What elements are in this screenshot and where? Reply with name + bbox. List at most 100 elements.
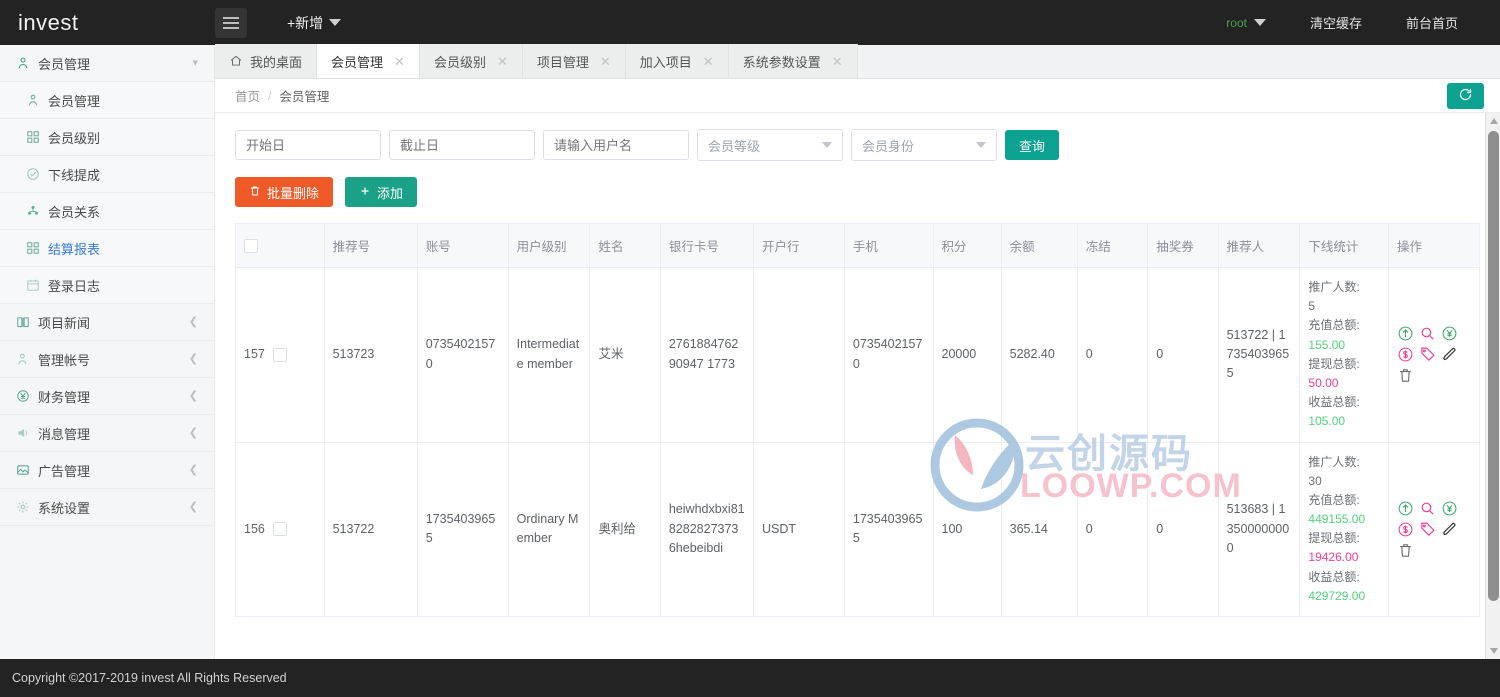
batch-delete-button[interactable]: 批量删除 <box>235 177 334 207</box>
arrow-up-circle-icon[interactable] <box>1397 325 1414 342</box>
cell-id: 157 <box>235 267 325 443</box>
sidebar-item-advertisement[interactable]: 广告管理 ❮ <box>0 452 214 489</box>
tab-system-params[interactable]: 系统参数设置 ✕ <box>728 44 858 78</box>
row-id: 157 <box>244 347 265 362</box>
scroll-down-button[interactable] <box>1486 643 1500 659</box>
dollar-circle-icon[interactable] <box>1397 521 1414 538</box>
dollar-circle-icon[interactable] <box>1397 346 1414 363</box>
table-wrapper: 推荐号 账号 用户级别 姓名 银行卡号 开户行 手机 积分 余额 冻结 抽奖券 … <box>215 223 1500 637</box>
sidebar-item-label: 会员管理 <box>48 93 101 109</box>
start-date-input[interactable] <box>235 130 381 160</box>
triangle-down-icon <box>1489 648 1498 654</box>
chevron-down-icon <box>329 19 342 26</box>
sidebar-item-label: 广告管理 <box>38 463 91 479</box>
close-icon[interactable]: ✕ <box>497 55 508 68</box>
grid-icon <box>26 130 48 144</box>
tab-label: 项目管理 <box>536 54 589 70</box>
cell-operations <box>1388 441 1480 617</box>
cell-referrer: 513683 | 13500000000 <box>1218 441 1301 617</box>
sidebar-item-member-relations[interactable]: 会员关系 <box>0 193 214 230</box>
main-area: 我的桌面 会员管理 ✕ 会员级别 ✕ 项目管理 ✕ 加入项目 ✕ 系统参数设置 … <box>215 44 1500 659</box>
stat-withdraw-value: 19426.00 <box>1308 550 1359 565</box>
vertical-scrollbar[interactable] <box>1485 113 1500 659</box>
sidebar-item-member-mgmt-root[interactable]: 会员管理 ▾ <box>0 45 214 82</box>
th-lottery: 抽奖券 <box>1147 223 1219 268</box>
trash-icon[interactable] <box>1397 542 1414 559</box>
tab-project-management[interactable]: 项目管理 ✕ <box>522 44 626 78</box>
close-icon[interactable]: ✕ <box>832 55 843 68</box>
yen-circle-icon[interactable] <box>1441 500 1458 517</box>
sidebar-item-system-settings[interactable]: 系统设置 ❮ <box>0 489 214 526</box>
home-icon <box>229 54 243 68</box>
content-scroll: 会员等级 会员身份 查询 <box>215 113 1500 659</box>
chevron-down-icon <box>976 142 986 148</box>
search-icon[interactable] <box>1419 500 1436 517</box>
sidebar-item-label: 消息管理 <box>38 426 91 442</box>
scroll-up-button[interactable] <box>1486 113 1500 129</box>
add-new-button[interactable]: +新增 <box>287 13 342 33</box>
triangle-up-icon <box>1489 118 1498 124</box>
sidebar-item-downline-commission[interactable]: 下线提成 <box>0 156 214 193</box>
sidebar-item-label: 财务管理 <box>38 389 91 405</box>
sidebar-item-finance[interactable]: 财务管理 ❮ <box>0 378 214 415</box>
pencil-icon[interactable] <box>1441 346 1458 363</box>
user-menu[interactable]: root <box>1204 16 1288 30</box>
row-checkbox[interactable] <box>272 347 287 362</box>
table-header-row: 推荐号 账号 用户级别 姓名 银行卡号 开户行 手机 积分 余额 冻结 抽奖券 … <box>235 223 1480 268</box>
sidebar-item-login-log[interactable]: 登录日志 <box>0 267 214 304</box>
sidebar-item-member-level[interactable]: 会员级别 <box>0 119 214 156</box>
breadcrumb-home[interactable]: 首页 <box>235 86 260 105</box>
th-phone: 手机 <box>844 223 934 268</box>
cell-referral-no: 513723 <box>324 267 418 443</box>
close-icon[interactable]: ✕ <box>394 55 405 68</box>
search-icon[interactable] <box>1419 325 1436 342</box>
refresh-button[interactable] <box>1447 83 1484 109</box>
tab-join-project[interactable]: 加入项目 ✕ <box>625 44 729 78</box>
cell-referral-no: 513722 <box>324 441 418 617</box>
end-date-input[interactable] <box>389 130 535 160</box>
trash-icon[interactable] <box>1397 367 1414 384</box>
yen-circle-icon[interactable] <box>1441 325 1458 342</box>
menu-icon[interactable] <box>215 7 247 38</box>
stat-recharge-label: 充值总额: <box>1308 492 1360 507</box>
cell-downline-stats: 推广人数: 30 充值总额: 449155.00 提现总额: 19426.00 … <box>1299 441 1390 617</box>
pencil-icon[interactable] <box>1441 521 1458 538</box>
stat-profit-value: 429729.00 <box>1308 588 1366 603</box>
sidebar-item-admin-account[interactable]: 管理帐号 ❮ <box>0 341 214 378</box>
sidebar-item-label: 会员管理 <box>38 56 91 72</box>
member-table: 推荐号 账号 用户级别 姓名 银行卡号 开户行 手机 积分 余额 冻结 抽奖券 … <box>235 223 1480 617</box>
member-identity-select[interactable]: 会员身份 <box>851 129 997 161</box>
row-checkbox[interactable] <box>272 522 287 537</box>
sidebar-item-settlement-report[interactable]: 结算报表 <box>0 230 214 267</box>
tab-my-desktop[interactable]: 我的桌面 <box>215 44 318 78</box>
sidebar-item-project-news[interactable]: 项目新闻 ❮ <box>0 304 214 341</box>
th-account: 账号 <box>417 223 509 268</box>
stat-recharge-label: 充值总额: <box>1308 318 1360 333</box>
select-all-checkbox[interactable] <box>244 238 258 253</box>
search-button[interactable]: 查询 <box>1005 130 1060 160</box>
operation-icons <box>1397 325 1463 384</box>
gear-icon <box>16 500 38 514</box>
brand-logo: invest <box>18 9 79 35</box>
member-level-select[interactable]: 会员等级 <box>697 129 843 161</box>
add-button[interactable]: 添加 <box>345 177 418 207</box>
tag-icon[interactable] <box>1419 346 1436 363</box>
sidebar-item-label: 系统设置 <box>38 500 91 516</box>
stat-recharge-value: 449155.00 <box>1308 512 1366 527</box>
chevron-down-icon <box>822 142 832 148</box>
scrollbar-thumb[interactable] <box>1488 131 1499 601</box>
sidebar-item-message[interactable]: 消息管理 ❮ <box>0 415 214 452</box>
tab-member-management[interactable]: 会员管理 ✕ <box>317 44 420 78</box>
close-icon[interactable]: ✕ <box>703 55 714 68</box>
stat-withdraw-value: 50.00 <box>1308 375 1339 390</box>
front-page-button[interactable]: 前台首页 <box>1384 13 1480 32</box>
arrow-up-circle-icon[interactable] <box>1397 500 1414 517</box>
close-icon[interactable]: ✕ <box>600 55 611 68</box>
cell-balance: 365.14 <box>1001 441 1078 617</box>
tab-member-level[interactable]: 会员级别 ✕ <box>419 44 523 78</box>
tree-icon <box>26 204 48 218</box>
clear-cache-button[interactable]: 清空缓存 <box>1288 13 1384 32</box>
username-input[interactable] <box>543 130 689 160</box>
sidebar-item-member-management[interactable]: 会员管理 <box>0 82 214 119</box>
tag-icon[interactable] <box>1419 521 1436 538</box>
